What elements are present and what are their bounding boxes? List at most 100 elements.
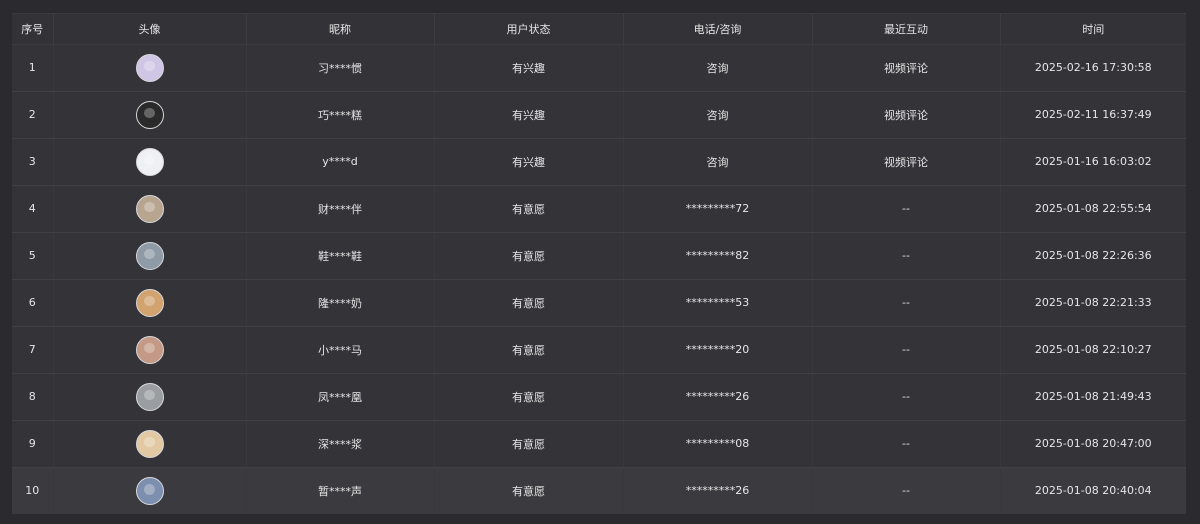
row-avatar-cell bbox=[53, 420, 247, 468]
row-avatar-cell bbox=[53, 373, 247, 421]
row-avatar-cell bbox=[53, 91, 247, 139]
row-interaction: -- bbox=[812, 279, 1001, 327]
row-interaction: -- bbox=[812, 326, 1001, 374]
row-time: 2025-01-08 20:40:04 bbox=[1034, 484, 1152, 498]
column-header-index: 序号 bbox=[12, 14, 54, 45]
row-status: 有意愿 bbox=[434, 232, 624, 280]
table-row[interactable]: 9 深****浆 有意愿 *********08 -- 2025-01-08 20:47:… bbox=[12, 420, 1186, 468]
row-interaction: -- bbox=[812, 185, 1001, 233]
row-time: 2025-01-08 22:55:54 bbox=[1000, 185, 1186, 233]
row-index: 6 bbox=[12, 279, 54, 327]
row-time: 2025-01-08 22:26:36 bbox=[1000, 232, 1186, 280]
row-status: 有意愿 bbox=[434, 467, 624, 514]
row-contact[interactable]: *********82 bbox=[623, 232, 813, 280]
row-interaction: -- bbox=[812, 467, 1001, 514]
row-nickname: 巧****糕 bbox=[246, 91, 435, 139]
row-index: 3 bbox=[12, 138, 54, 186]
table-row[interactable]: 2 巧****糕 有兴趣 咨询 视频评论 2025-02-11 16:37:49 bbox=[12, 91, 1186, 139]
avatar[interactable] bbox=[135, 100, 164, 129]
row-nickname: 凤****凰 bbox=[246, 373, 435, 421]
table-row[interactable]: 3 y****d 有兴趣 咨询 视频评论 2025-01-16 16:03:02 bbox=[12, 138, 1186, 186]
table-row[interactable]: 4 财****伴 有意愿 *********72 -- 2025-01-08 22:55:… bbox=[12, 185, 1186, 233]
row-contact[interactable]: *********20 bbox=[623, 326, 813, 374]
row-time: 2025-02-11 16:37:49 bbox=[1000, 91, 1186, 139]
row-time: 2025-02-16 17:30:58 bbox=[1000, 44, 1186, 92]
table-row[interactable]: 6 隆****奶 有意愿 *********53 -- 2025-01-08 22:21:… bbox=[12, 279, 1186, 327]
row-status: 有意愿 bbox=[434, 279, 624, 327]
table-row[interactable]: 10 暂****声 有意愿 *********26 -- 2025-01-08 20:40… bbox=[12, 467, 1186, 514]
row-status: 有意愿 bbox=[434, 420, 624, 468]
table-header-row: 序号 头像 昵称 用户状态 电话/咨询 最近互动 时间 bbox=[12, 14, 1186, 45]
column-header-interaction: 最近互动 bbox=[812, 14, 1001, 45]
row-contact[interactable]: *********53 bbox=[623, 279, 813, 327]
row-contact[interactable]: 咨询 bbox=[623, 44, 813, 92]
row-index: 1 bbox=[12, 44, 54, 92]
row-status: 有兴趣 bbox=[434, 91, 624, 139]
customer-table-panel: 序号 头像 昵称 用户状态 电话/咨询 最近互动 时间 1 习****惯 有兴趣 咨询… bbox=[12, 13, 1186, 514]
row-avatar-cell bbox=[53, 279, 247, 327]
row-status: 有意愿 bbox=[434, 185, 624, 233]
row-interaction: -- bbox=[812, 373, 1001, 421]
avatar[interactable] bbox=[135, 335, 164, 364]
row-index: 7 bbox=[12, 326, 54, 374]
row-avatar-cell bbox=[53, 138, 247, 186]
row-index: 4 bbox=[12, 185, 54, 233]
table-body: 1 习****惯 有兴趣 咨询 视频评论 2025-02-16 17:30:58 2 巧***… bbox=[12, 44, 1186, 514]
row-contact[interactable]: *********72 bbox=[623, 185, 813, 233]
table-row[interactable]: 7 小****马 有意愿 *********20 -- 2025-01-08 22:10:… bbox=[12, 326, 1186, 374]
avatar[interactable] bbox=[135, 53, 164, 82]
row-index: 9 bbox=[12, 420, 54, 468]
column-header-nickname: 昵称 bbox=[246, 14, 435, 45]
row-status: 有兴趣 bbox=[434, 138, 624, 186]
row-index: 10 bbox=[12, 467, 54, 514]
row-nickname: 深****浆 bbox=[246, 420, 435, 468]
row-index: 5 bbox=[12, 232, 54, 280]
row-avatar-cell bbox=[53, 326, 247, 374]
row-time: 2025-01-08 21:49:43 bbox=[1000, 373, 1186, 421]
avatar[interactable] bbox=[135, 288, 164, 317]
column-header-time: 时间 bbox=[1000, 14, 1186, 45]
row-time: 2025-01-16 16:03:02 bbox=[1000, 138, 1186, 186]
row-contact[interactable]: *********26 bbox=[623, 373, 813, 421]
row-avatar-cell bbox=[53, 44, 247, 92]
row-interaction: 视频评论 bbox=[812, 138, 1001, 186]
table-row[interactable]: 5 鞋****鞋 有意愿 *********82 -- 2025-01-08 22:26:… bbox=[12, 232, 1186, 280]
row-index: 8 bbox=[12, 373, 54, 421]
row-nickname: 鞋****鞋 bbox=[246, 232, 435, 280]
row-time: 2025-01-08 20:47:00 bbox=[1000, 420, 1186, 468]
row-contact[interactable]: 咨询 bbox=[623, 138, 813, 186]
table-row[interactable]: 1 习****惯 有兴趣 咨询 视频评论 2025-02-16 17:30:58 bbox=[12, 44, 1186, 92]
row-contact[interactable]: *********26 bbox=[623, 467, 813, 514]
row-nickname: 习****惯 bbox=[246, 44, 435, 92]
row-nickname: 暂****声 bbox=[246, 467, 435, 514]
avatar[interactable] bbox=[135, 476, 164, 505]
avatar[interactable] bbox=[135, 382, 164, 411]
row-status: 有兴趣 bbox=[434, 44, 624, 92]
row-status: 有意愿 bbox=[434, 373, 624, 421]
avatar[interactable] bbox=[135, 241, 164, 270]
row-contact[interactable]: *********08 bbox=[623, 420, 813, 468]
row-index: 2 bbox=[12, 91, 54, 139]
row-time: 2025-01-08 22:21:33 bbox=[1000, 279, 1186, 327]
row-interaction: 视频评论 bbox=[812, 44, 1001, 92]
row-status: 有意愿 bbox=[434, 326, 624, 374]
table-row[interactable]: 8 凤****凰 有意愿 *********26 -- 2025-01-08 21:49:… bbox=[12, 373, 1186, 421]
row-avatar-cell bbox=[53, 467, 247, 514]
row-time: 2025-01-08 22:10:27 bbox=[1000, 326, 1186, 374]
row-nickname: 隆****奶 bbox=[246, 279, 435, 327]
row-nickname: 财****伴 bbox=[246, 185, 435, 233]
column-header-status: 用户状态 bbox=[434, 14, 624, 45]
row-contact[interactable]: 咨询 bbox=[623, 91, 813, 139]
avatar[interactable] bbox=[135, 147, 164, 176]
column-header-avatar: 头像 bbox=[53, 14, 247, 45]
avatar[interactable] bbox=[135, 429, 164, 458]
avatar[interactable] bbox=[135, 194, 164, 223]
row-interaction: -- bbox=[812, 420, 1001, 468]
customer-table: 序号 头像 昵称 用户状态 电话/咨询 最近互动 时间 1 习****惯 有兴趣 咨询… bbox=[12, 14, 1186, 514]
row-interaction: 视频评论 bbox=[812, 91, 1001, 139]
row-nickname: 小****马 bbox=[246, 326, 435, 374]
column-header-contact: 电话/咨询 bbox=[623, 14, 813, 45]
row-avatar-cell bbox=[53, 185, 247, 233]
row-avatar-cell bbox=[53, 232, 247, 280]
row-nickname: y****d bbox=[246, 138, 435, 186]
